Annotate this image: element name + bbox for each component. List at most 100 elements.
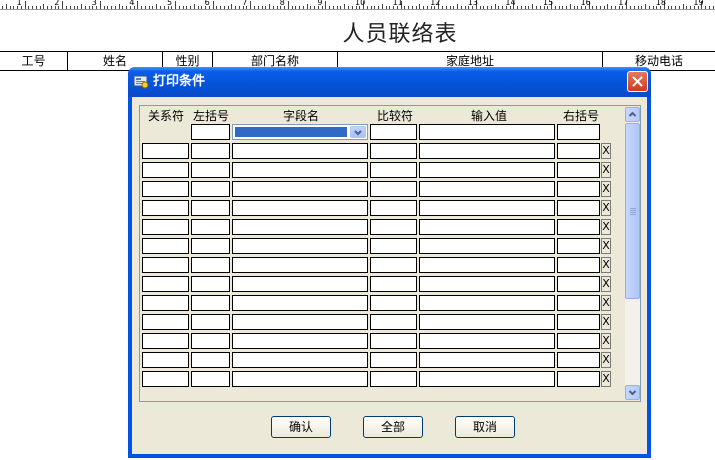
field-name-cell[interactable] [232, 181, 368, 197]
delete-row-button[interactable]: X [601, 257, 611, 273]
field-name-cell[interactable] [232, 276, 368, 292]
delete-row-button[interactable]: X [601, 162, 611, 178]
relation-cell[interactable] [142, 371, 189, 387]
comparator-cell[interactable] [370, 314, 417, 330]
input-value-cell[interactable] [419, 219, 555, 235]
left-paren-cell[interactable] [191, 124, 230, 140]
input-value-cell[interactable] [419, 314, 555, 330]
field-name-cell[interactable] [232, 314, 368, 330]
field-name-cell[interactable] [232, 257, 368, 273]
right-paren-cell[interactable] [557, 333, 600, 349]
relation-cell[interactable] [142, 143, 189, 159]
field-name-cell[interactable] [232, 371, 368, 387]
delete-row-button[interactable]: X [601, 333, 611, 349]
left-paren-cell[interactable] [191, 181, 230, 197]
left-paren-cell[interactable] [191, 238, 230, 254]
left-paren-cell[interactable] [191, 143, 230, 159]
field-name-cell[interactable] [232, 295, 368, 311]
delete-row-button[interactable]: X [601, 314, 611, 330]
right-paren-cell[interactable] [557, 352, 600, 368]
delete-row-button[interactable]: X [601, 219, 611, 235]
right-paren-cell[interactable] [557, 143, 600, 159]
close-button[interactable] [627, 71, 648, 92]
cancel-button[interactable]: 取消 [455, 416, 515, 438]
input-value-cell[interactable] [419, 200, 555, 216]
right-paren-cell[interactable] [557, 238, 600, 254]
left-paren-cell[interactable] [191, 162, 230, 178]
comparator-cell[interactable] [370, 181, 417, 197]
input-value-cell[interactable] [419, 143, 555, 159]
delete-row-button[interactable]: X [601, 371, 611, 387]
left-paren-cell[interactable] [191, 371, 230, 387]
delete-row-button[interactable]: X [601, 352, 611, 368]
field-name-cell[interactable] [232, 333, 368, 349]
input-value-cell[interactable] [419, 181, 555, 197]
relation-cell[interactable] [142, 257, 189, 273]
input-value-cell[interactable] [419, 238, 555, 254]
left-paren-cell[interactable] [191, 333, 230, 349]
comparator-cell[interactable] [370, 124, 417, 140]
comparator-cell[interactable] [370, 352, 417, 368]
relation-cell[interactable] [142, 181, 189, 197]
input-value-cell[interactable] [419, 276, 555, 292]
right-paren-cell[interactable] [557, 162, 600, 178]
left-paren-cell[interactable] [191, 219, 230, 235]
input-value-cell[interactable] [419, 257, 555, 273]
dropdown-button[interactable] [350, 126, 366, 138]
left-paren-cell[interactable] [191, 276, 230, 292]
dialog-titlebar[interactable]: 打印条件 [128, 67, 651, 97]
field-name-cell[interactable] [232, 143, 368, 159]
left-paren-cell[interactable] [191, 200, 230, 216]
right-paren-cell[interactable] [557, 314, 600, 330]
delete-row-button[interactable]: X [601, 143, 611, 159]
scroll-thumb[interactable] [625, 123, 640, 299]
delete-row-button[interactable]: X [601, 276, 611, 292]
left-paren-cell[interactable] [191, 314, 230, 330]
input-value-cell[interactable] [419, 371, 555, 387]
relation-cell[interactable] [142, 295, 189, 311]
input-value-cell[interactable] [419, 295, 555, 311]
left-paren-cell[interactable] [191, 295, 230, 311]
comparator-cell[interactable] [370, 238, 417, 254]
field-name-cell[interactable] [232, 162, 368, 178]
right-paren-cell[interactable] [557, 276, 600, 292]
comparator-cell[interactable] [370, 219, 417, 235]
delete-row-button[interactable]: X [601, 295, 611, 311]
input-value-cell[interactable] [419, 333, 555, 349]
left-paren-cell[interactable] [191, 352, 230, 368]
comparator-cell[interactable] [370, 257, 417, 273]
scroll-down-button[interactable] [625, 385, 640, 400]
scroll-up-button[interactable] [625, 107, 640, 122]
input-value-cell[interactable] [419, 352, 555, 368]
comparator-cell[interactable] [370, 276, 417, 292]
relation-cell[interactable] [142, 314, 189, 330]
confirm-button[interactable]: 确认 [271, 416, 331, 438]
comparator-cell[interactable] [370, 371, 417, 387]
right-paren-cell[interactable] [557, 257, 600, 273]
right-paren-cell[interactable] [557, 371, 600, 387]
comparator-cell[interactable] [370, 162, 417, 178]
field-name-cell[interactable] [232, 200, 368, 216]
relation-cell[interactable] [142, 352, 189, 368]
relation-cell[interactable] [142, 238, 189, 254]
field-name-cell[interactable] [232, 352, 368, 368]
delete-row-button[interactable]: X [601, 200, 611, 216]
input-value-cell[interactable] [419, 162, 555, 178]
relation-cell[interactable] [142, 200, 189, 216]
relation-cell[interactable] [142, 162, 189, 178]
field-name-cell[interactable] [232, 238, 368, 254]
field-name-cell[interactable] [232, 219, 368, 235]
comparator-cell[interactable] [370, 295, 417, 311]
right-paren-cell[interactable] [557, 219, 600, 235]
right-paren-cell[interactable] [557, 295, 600, 311]
relation-cell[interactable] [142, 219, 189, 235]
delete-row-button[interactable]: X [601, 181, 611, 197]
delete-row-button[interactable]: X [601, 238, 611, 254]
vertical-scrollbar[interactable] [625, 107, 640, 400]
right-paren-cell[interactable] [557, 124, 600, 140]
left-paren-cell[interactable] [191, 257, 230, 273]
comparator-cell[interactable] [370, 143, 417, 159]
all-button[interactable]: 全部 [363, 416, 423, 438]
right-paren-cell[interactable] [557, 181, 600, 197]
input-value-cell[interactable] [419, 124, 555, 140]
